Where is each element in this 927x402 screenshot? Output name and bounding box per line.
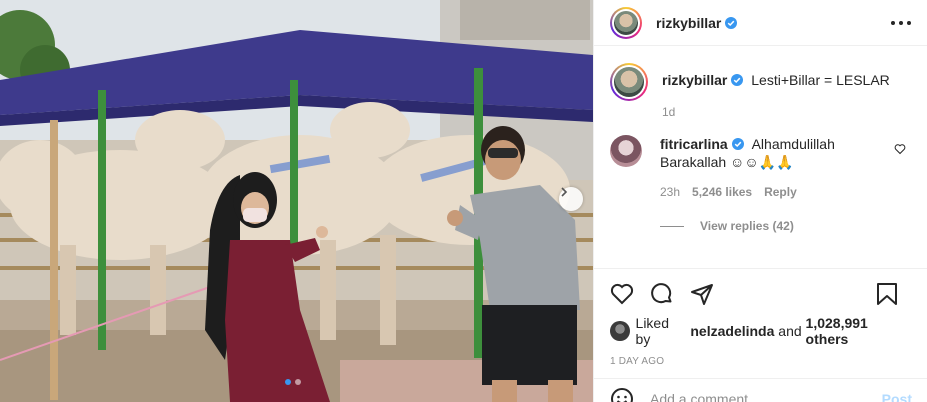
comment-input[interactable]: [650, 390, 870, 402]
post-side-panel: rizkybillar rizkybillar Lesti+Billar = L…: [593, 0, 927, 402]
post-actions: Liked by nelzadelinda and 1,028,991 othe…: [594, 268, 927, 367]
reply-button[interactable]: Reply: [764, 183, 797, 201]
caption-text: Lesti+Billar = LESLAR: [751, 72, 890, 88]
avatar[interactable]: [610, 135, 642, 167]
more-options-icon[interactable]: [891, 15, 911, 31]
share-icon[interactable]: [690, 282, 714, 306]
header-username[interactable]: rizkybillar: [656, 15, 721, 31]
verified-badge-icon: [731, 74, 744, 86]
liked-by-others[interactable]: 1,028,991 others: [806, 315, 912, 347]
comment-likes[interactable]: 5,246 likes: [692, 183, 752, 201]
post-photo[interactable]: [0, 0, 593, 402]
verified-badge-icon: [725, 16, 738, 29]
comment-username[interactable]: fitricarlina: [660, 136, 728, 152]
emoji-icon[interactable]: [610, 387, 634, 402]
heart-icon[interactable]: [610, 282, 634, 306]
likes-summary: Liked by nelzadelinda and 1,028,991 othe…: [610, 315, 912, 347]
photo-illustration: [0, 0, 593, 402]
liked-by-user[interactable]: nelzadelinda: [690, 323, 774, 339]
avatar[interactable]: [610, 6, 642, 39]
caption-age[interactable]: 1d: [662, 103, 675, 121]
post-header: rizkybillar: [594, 0, 927, 46]
add-comment-bar: Post: [594, 378, 927, 402]
carousel-indicator: [285, 379, 301, 385]
view-replies-label: View replies (42): [700, 219, 794, 233]
comment-icon[interactable]: [650, 282, 674, 306]
post-comment-button[interactable]: Post: [882, 391, 912, 402]
carousel-dot: [295, 379, 301, 385]
verified-badge-icon: [731, 138, 744, 150]
post-timestamp[interactable]: 1 DAY AGO: [610, 356, 912, 367]
caption-username[interactable]: rizkybillar: [662, 72, 727, 88]
comment-age[interactable]: 23h: [660, 183, 680, 201]
comment-item: fitricarlina Alhamdulillah Barakallah ☺☺…: [610, 135, 912, 235]
bookmark-icon[interactable]: [876, 282, 898, 311]
liked-by-prefix: Liked by: [635, 315, 669, 347]
liked-by-and: and: [778, 323, 802, 339]
caption-row: rizkybillar Lesti+Billar = LESLAR 1d: [610, 63, 912, 121]
next-slide-button[interactable]: [559, 187, 583, 211]
comments-list: rizkybillar Lesti+Billar = LESLAR 1d fit…: [594, 47, 927, 267]
avatar[interactable]: [610, 321, 630, 341]
view-replies-button[interactable]: View replies (42): [660, 217, 890, 235]
comment-like-heart-icon[interactable]: [894, 143, 906, 155]
carousel-dot-active: [285, 379, 291, 385]
avatar[interactable]: [610, 63, 648, 101]
chevron-right-icon: [561, 187, 568, 197]
